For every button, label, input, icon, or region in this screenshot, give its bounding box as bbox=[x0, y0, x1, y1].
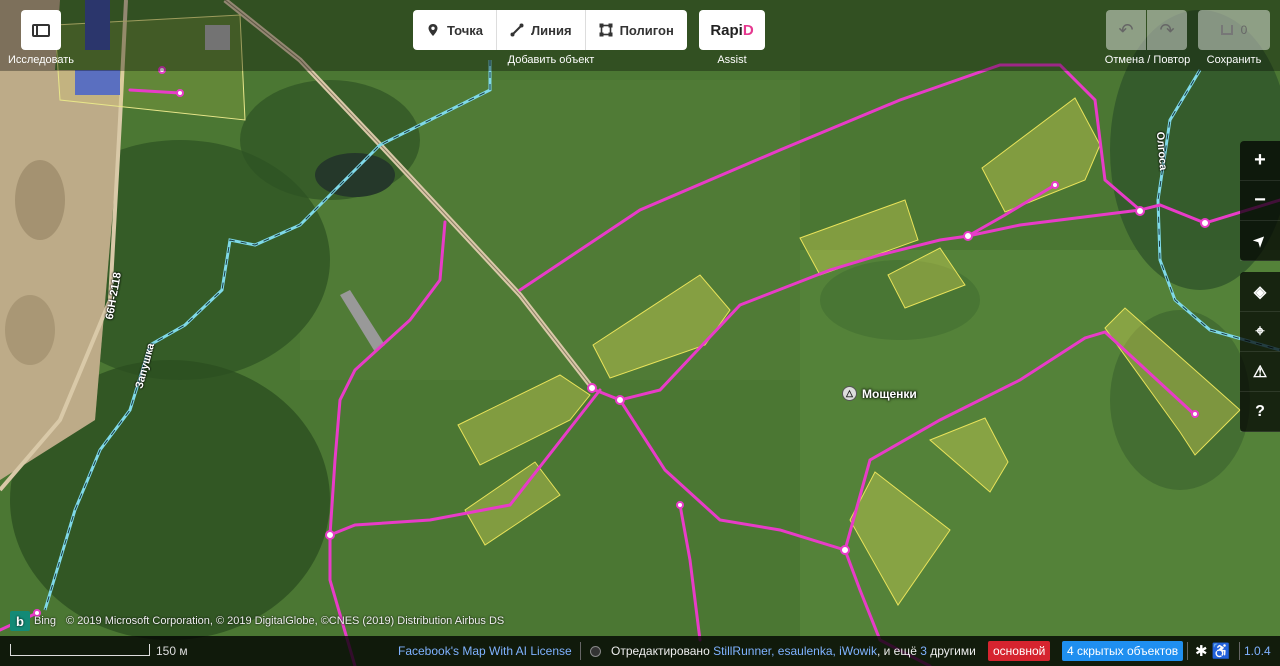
zoom-out-button[interactable]: − bbox=[1240, 181, 1280, 221]
save-count: 0 bbox=[1240, 23, 1248, 37]
scale-bar[interactable] bbox=[10, 644, 150, 656]
license-link[interactable]: Facebook's Map With AI License bbox=[398, 644, 572, 658]
undo-button[interactable]: ↶ bbox=[1106, 10, 1146, 50]
polygon-icon bbox=[599, 23, 613, 37]
bing-label: Bing bbox=[34, 615, 57, 627]
rapid-caption: Assist bbox=[717, 54, 747, 66]
help-icon: ? bbox=[1255, 402, 1265, 420]
add-area-label: Полигон bbox=[619, 22, 674, 38]
footer-divider bbox=[1239, 642, 1240, 660]
edited-prefix: Отредактировано bbox=[611, 644, 710, 658]
upload-icon bbox=[1220, 25, 1233, 35]
save-button[interactable]: 0 bbox=[1198, 10, 1270, 50]
editors-links[interactable]: StillRunner, esaulenka, iWowik bbox=[713, 644, 877, 658]
rapid-assist-button[interactable]: RapiD bbox=[699, 10, 765, 50]
undo-redo-caption: Отмена / Повтор bbox=[1104, 54, 1191, 66]
footer-divider bbox=[1187, 642, 1188, 660]
footer-divider bbox=[580, 642, 581, 660]
save-caption: Сохранить bbox=[1206, 54, 1262, 66]
hidden-features-badge[interactable]: 4 скрытых объектов bbox=[1062, 641, 1184, 661]
sidebar-toggle-button[interactable] bbox=[21, 10, 61, 50]
others-count-link[interactable]: 3 bbox=[920, 644, 927, 658]
bug-icon[interactable]: ✱ bbox=[1195, 642, 1208, 660]
location-arrow-icon: ➤ bbox=[1249, 230, 1270, 250]
add-point-label: Точка bbox=[447, 22, 484, 38]
sidebar-caption: Исследовать bbox=[7, 54, 75, 66]
undo-redo-group: ↶ ↷ bbox=[1106, 10, 1187, 50]
version-link[interactable]: 1.0.4 bbox=[1244, 644, 1271, 658]
map-data-button[interactable]: ⌖ bbox=[1240, 312, 1280, 352]
footer-bar: 150 м Facebook's Map With AI License Отр… bbox=[0, 636, 1280, 666]
add-line-button[interactable]: Линия bbox=[497, 10, 586, 50]
map-panels-controls: ◈ ⌖ ⚠ ? bbox=[1240, 272, 1280, 432]
attribution-text: © 2019 Microsoft Corporation, © 2019 Dig… bbox=[66, 615, 505, 627]
minus-icon: − bbox=[1254, 189, 1266, 211]
branch-badge[interactable]: основной bbox=[988, 641, 1051, 661]
geolocate-button[interactable]: ➤ bbox=[1240, 221, 1280, 261]
others-label: другими bbox=[930, 644, 976, 658]
sidebar-icon bbox=[32, 23, 50, 37]
edited-by-info: Отредактировано StillRunner, esaulenka, … bbox=[590, 644, 976, 658]
settlement-icon: △ bbox=[842, 386, 857, 401]
rapid-logo: RapiD bbox=[710, 21, 754, 39]
help-button[interactable]: ? bbox=[1240, 392, 1280, 432]
and-more-text: , и ещё bbox=[876, 644, 917, 658]
issues-button[interactable]: ⚠ bbox=[1240, 352, 1280, 392]
redo-icon: ↷ bbox=[1159, 19, 1175, 40]
warning-icon: ⚠ bbox=[1252, 363, 1268, 381]
background-layers-button[interactable]: ◈ bbox=[1240, 272, 1280, 312]
map-canvas[interactable]: △ Мощенки 66Н-2118 Запушка Олгоса bbox=[0, 0, 1280, 666]
map-data-icon: ⌖ bbox=[1255, 322, 1265, 340]
map-pin-icon bbox=[428, 24, 438, 36]
footer-icons: ✱ ♿ bbox=[1195, 642, 1230, 660]
line-icon bbox=[510, 23, 524, 37]
add-area-button[interactable]: Полигон bbox=[586, 10, 687, 50]
add-line-label: Линия bbox=[531, 22, 572, 38]
accessibility-icon[interactable]: ♿ bbox=[1212, 642, 1231, 660]
imagery-attribution: b Bing © 2019 Microsoft Corporation, © 2… bbox=[10, 611, 504, 631]
add-feature-modes: Точка Линия Полигон bbox=[413, 10, 687, 50]
plus-icon: + bbox=[1254, 149, 1266, 171]
add-feature-caption: Добавить объект bbox=[507, 54, 595, 66]
map-imagery[interactable] bbox=[0, 0, 1280, 666]
place-label-text: Мощенки bbox=[862, 386, 917, 401]
zoom-in-button[interactable]: + bbox=[1240, 141, 1280, 181]
bing-logo-icon: b bbox=[10, 611, 30, 631]
undo-icon: ↶ bbox=[1118, 19, 1134, 40]
scale-label: 150 м bbox=[156, 644, 188, 658]
map-navigation-controls: + − ➤ bbox=[1240, 141, 1280, 261]
add-point-button[interactable]: Точка bbox=[413, 10, 498, 50]
history-icon bbox=[590, 645, 601, 657]
layers-icon: ◈ bbox=[1253, 283, 1267, 301]
redo-button[interactable]: ↷ bbox=[1147, 10, 1187, 50]
place-label-moshchenki[interactable]: △ Мощенки bbox=[842, 386, 917, 401]
